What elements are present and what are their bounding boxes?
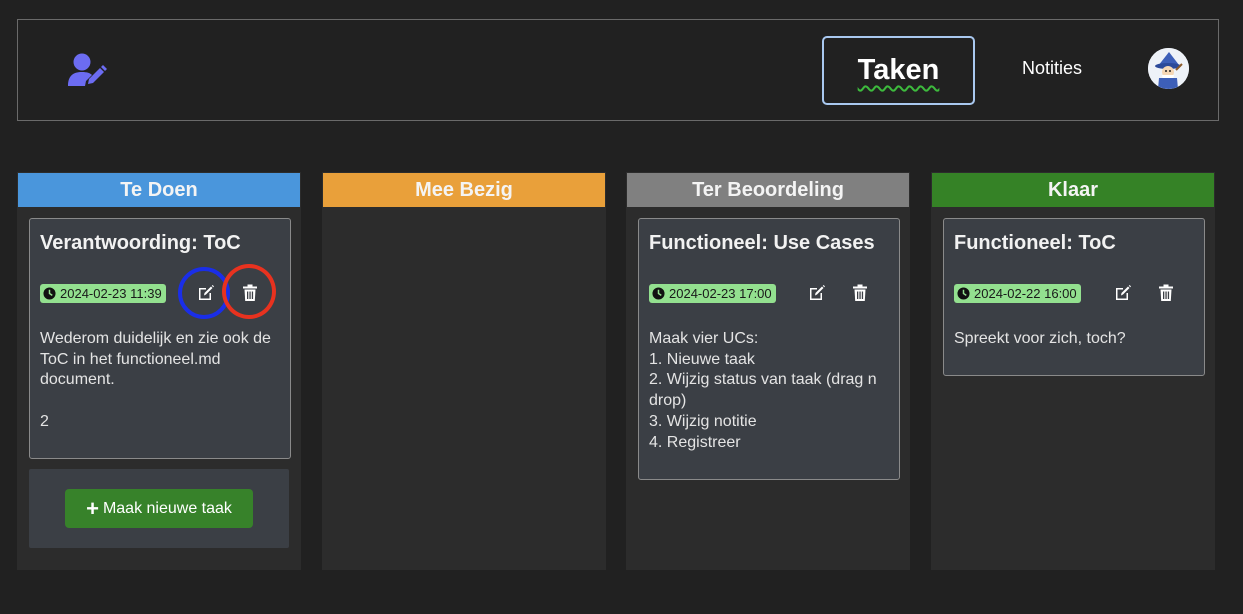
new-task-button[interactable]: + Maak nieuwe taak (65, 489, 253, 528)
top-navbar: Taken Notities (17, 19, 1219, 121)
delete-highlight-circle (222, 264, 276, 319)
task-date: 2024-02-23 11:39 (60, 285, 162, 301)
avatar-icon (1148, 48, 1189, 89)
edit-icon (810, 285, 825, 300)
task-description: Wederom duidelijk en zie ook de ToC in h… (40, 330, 271, 430)
nav-tab-notities[interactable]: Notities (993, 58, 1111, 79)
task-card[interactable]: Verantwoording: ToC 2024-02-23 11:39 Wed… (29, 218, 291, 459)
task-title: Functioneel: ToC (954, 232, 1116, 254)
clock-icon (43, 286, 56, 300)
trash-icon (1159, 284, 1173, 301)
task-description: Maak vier UCs: 1. Nieuwe taak 2. Wijzig … (649, 330, 877, 451)
task-title: Functioneel: Use Cases (649, 232, 875, 254)
nav-tab-taken[interactable]: Taken (822, 36, 975, 105)
nav-tab-taken-label: Taken (857, 54, 940, 86)
new-task-label: Maak nieuwe taak (102, 499, 232, 517)
task-meta-row: 2024-02-22 16:00 (954, 282, 1081, 304)
task-title: Verantwoording: ToC (40, 232, 241, 254)
clock-icon (652, 286, 665, 300)
column-header-te-doen: Te Doen (17, 172, 301, 208)
column-header-klaar: Klaar (931, 172, 1215, 208)
task-description: Spreekt voor zich, toch? (954, 330, 1126, 347)
task-card[interactable]: Functioneel: ToC 2024-02-22 16:00 Spreek… (943, 218, 1205, 376)
edit-button[interactable] (1110, 280, 1136, 306)
column-header-mee-bezig: Mee Bezig (322, 172, 606, 208)
task-meta-row: 2024-02-23 17:00 (649, 282, 776, 304)
delete-button[interactable] (847, 280, 873, 306)
user-edit-icon[interactable] (66, 52, 110, 88)
task-meta-row: 2024-02-23 11:39 (40, 282, 166, 304)
column-header-ter-beoordeling: Ter Beoordeling (626, 172, 910, 208)
date-badge: 2024-02-23 11:39 (40, 283, 166, 303)
column-te-doen: Te Doen Verantwoording: ToC 2024-02-23 1… (17, 172, 301, 570)
new-task-panel: + Maak nieuwe taak (29, 469, 289, 548)
task-date: 2024-02-23 17:00 (669, 285, 772, 301)
task-card[interactable]: Functioneel: Use Cases 2024-02-23 17:00 … (638, 218, 900, 480)
clock-icon (957, 286, 970, 300)
column-ter-beoordeling: Ter Beoordeling Functioneel: Use Cases 2… (626, 172, 910, 570)
edit-icon (1116, 285, 1131, 300)
trash-icon (853, 284, 867, 301)
task-date: 2024-02-22 16:00 (974, 285, 1077, 301)
plus-icon: + (86, 495, 99, 521)
column-mee-bezig: Mee Bezig (322, 172, 606, 570)
edit-button[interactable] (804, 280, 830, 306)
date-badge: 2024-02-23 17:00 (649, 283, 776, 303)
delete-button[interactable] (1153, 280, 1179, 306)
column-klaar: Klaar Functioneel: ToC 2024-02-22 16:00 … (931, 172, 1215, 570)
avatar[interactable] (1148, 48, 1189, 89)
date-badge: 2024-02-22 16:00 (954, 283, 1081, 303)
